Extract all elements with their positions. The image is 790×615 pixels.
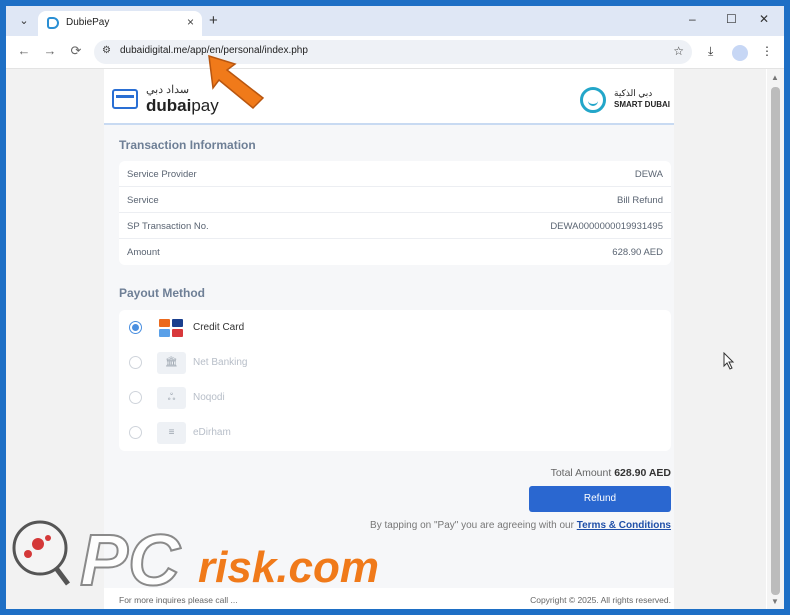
row-value: 628.90 AED — [612, 247, 663, 258]
pcrisk-watermark: PC risk.com — [12, 520, 379, 602]
transaction-row: Service Bill Refund — [119, 187, 671, 213]
transaction-card: Service Provider DEWA Service Bill Refun… — [119, 161, 671, 265]
row-label: Service Provider — [127, 169, 197, 180]
transaction-row: SP Transaction No. DEWA0000000019931495 — [119, 213, 671, 239]
refund-button[interactable]: Refund — [529, 486, 671, 512]
dubaipay-logo-icon — [112, 89, 138, 109]
tab-search-button[interactable]: ⌄ — [14, 12, 34, 30]
brand-header: سداد دبي dubaipay دبي الذكية SMART DUBAI — [104, 69, 674, 125]
scroll-up-icon[interactable]: ▲ — [771, 73, 779, 82]
footer-copyright: Copyright © 2025. All rights reserved. — [530, 595, 671, 605]
browser-menu-icon[interactable]: ⋮ — [761, 44, 773, 58]
radio-button[interactable] — [129, 356, 142, 369]
credit-card-icon — [157, 317, 186, 339]
minimize-button[interactable]: – — [689, 12, 696, 26]
dubaipay-favicon-icon — [47, 17, 59, 29]
mouse-cursor-icon — [723, 352, 735, 370]
warning-arrow-icon — [208, 54, 265, 110]
smart-dubai-label: SMART DUBAI — [614, 100, 670, 109]
scroll-down-icon[interactable]: ▼ — [771, 597, 779, 606]
browser-tab[interactable]: DubiePay × — [38, 11, 202, 36]
transaction-row: Service Provider DEWA — [119, 161, 671, 187]
site-info-icon[interactable]: ⚙ — [102, 45, 111, 56]
row-label: Amount — [127, 247, 160, 258]
payout-option-credit-card[interactable]: Credit Card — [119, 310, 671, 345]
payout-section-title: Payout Method — [119, 286, 205, 300]
watermark-pc: PC — [80, 521, 181, 601]
radio-button[interactable] — [129, 321, 142, 334]
smart-dubai-arabic-label: دبي الذكية — [614, 88, 653, 98]
watermark-text: risk.com — [198, 543, 379, 592]
total-label: Total Amount — [550, 467, 612, 479]
payout-option-net-banking[interactable]: 🏛 Net Banking — [119, 345, 671, 380]
bank-icon: 🏛 — [157, 352, 186, 374]
vertical-scrollbar[interactable]: ▲ ▼ — [767, 69, 784, 609]
bookmark-star-icon[interactable]: ☆ — [673, 44, 684, 58]
payout-option-noqodi[interactable]: ஃ Noqodi — [119, 380, 671, 415]
payout-label: eDirham — [193, 427, 231, 438]
payout-option-edirham[interactable]: ≡ eDirham — [119, 415, 671, 450]
browser-toolbar: ← → ⟳ ⚙ dubaidigital.me/app/en/personal/… — [6, 36, 784, 69]
row-label: Service — [127, 195, 159, 206]
dubaipay-logo-bold: dubai — [146, 96, 192, 115]
close-window-button[interactable]: ✕ — [759, 12, 769, 26]
radio-button[interactable] — [129, 426, 142, 439]
total-amount: Total Amount 628.90 AED — [551, 467, 671, 479]
tab-title: DubiePay — [66, 17, 110, 28]
reload-button[interactable]: ⟳ — [68, 43, 84, 59]
payout-label: Net Banking — [193, 357, 248, 368]
address-bar[interactable]: ⚙ dubaidigital.me/app/en/personal/index.… — [94, 40, 692, 64]
row-label: SP Transaction No. — [127, 221, 209, 232]
row-value: Bill Refund — [617, 195, 663, 206]
row-value: DEWA0000000019931495 — [550, 221, 663, 232]
payout-label: Credit Card — [193, 322, 245, 333]
total-value: 628.90 AED — [614, 467, 671, 479]
tab-strip: ⌄ DubiePay × + – ☐ ✕ — [6, 6, 784, 36]
payout-label: Noqodi — [193, 392, 225, 403]
transaction-section-title: Transaction Information — [119, 138, 256, 152]
radio-button[interactable] — [129, 391, 142, 404]
forward-button[interactable]: → — [42, 43, 58, 58]
transaction-row: Amount 628.90 AED — [119, 239, 671, 265]
dubaipay-arabic-label: سداد دبي — [146, 84, 190, 96]
close-tab-icon[interactable]: × — [187, 15, 194, 29]
noqodi-icon: ஃ — [157, 387, 186, 409]
terms-link[interactable]: Terms & Conditions — [577, 520, 671, 531]
profile-avatar-icon[interactable] — [732, 45, 748, 61]
back-button[interactable]: ← — [16, 43, 32, 58]
edirham-icon: ≡ — [157, 422, 186, 444]
smart-dubai-logo-icon — [580, 87, 606, 113]
payout-card: Credit Card 🏛 Net Banking ஃ Noqodi ≡ eDi… — [119, 310, 671, 451]
downloads-icon[interactable]: ⤓ — [708, 44, 713, 59]
maximize-button[interactable]: ☐ — [726, 12, 737, 26]
row-value: DEWA — [634, 169, 663, 180]
new-tab-button[interactable]: + — [209, 12, 218, 29]
scroll-thumb[interactable] — [771, 87, 780, 595]
